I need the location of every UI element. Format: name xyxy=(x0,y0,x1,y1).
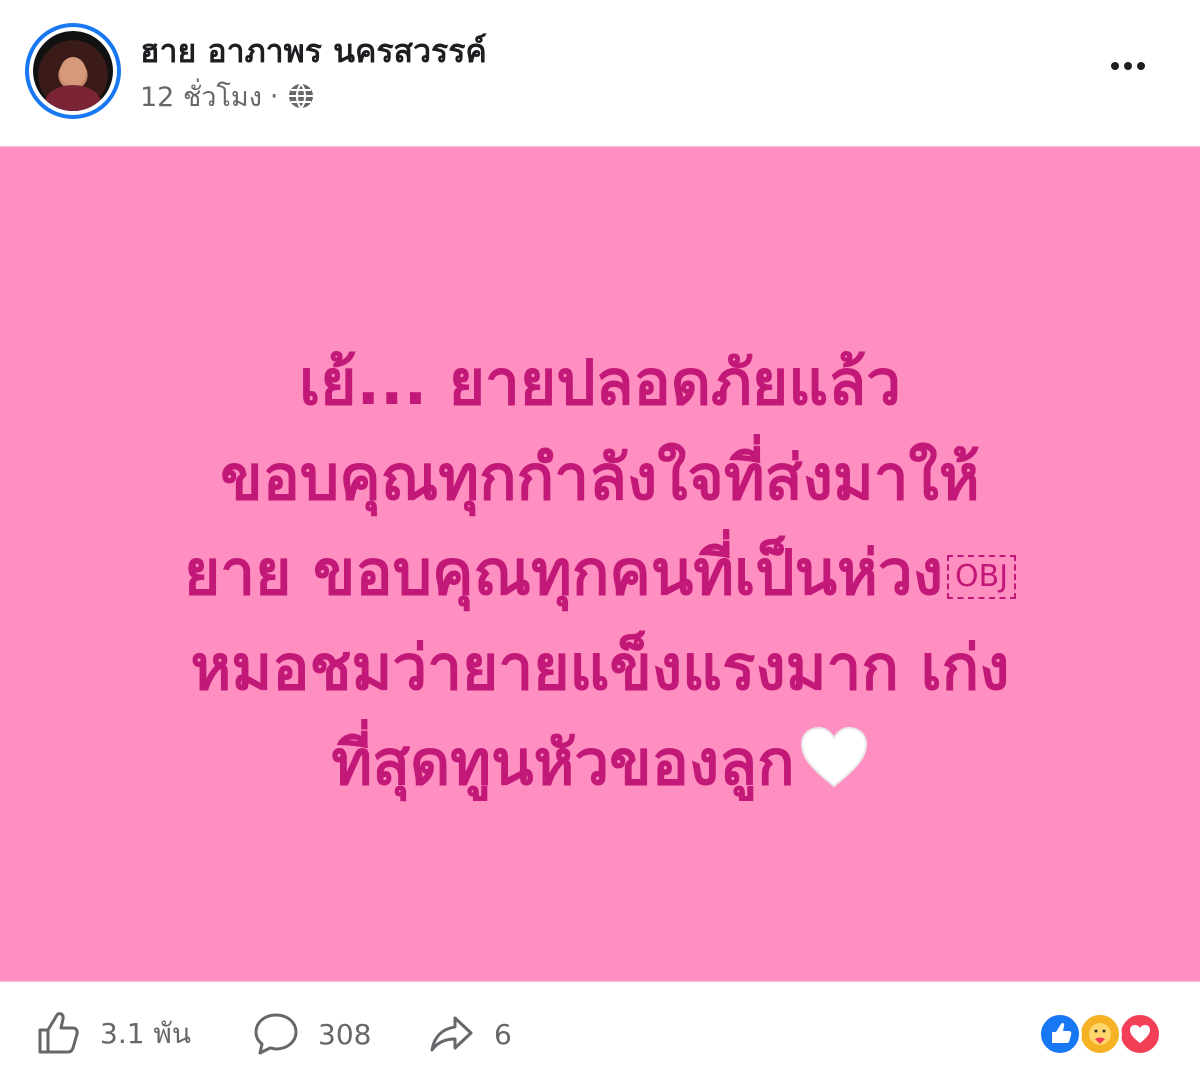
globe-icon[interactable] xyxy=(287,82,315,110)
more-options-dot xyxy=(1124,62,1132,70)
more-options-button[interactable] xyxy=(1100,50,1156,82)
object-placeholder: OBJ xyxy=(947,554,1017,599)
post-actions: 3.1 พัน 308 6 xyxy=(0,982,1200,1081)
status-line: หมอชมว่ายายแข็งแรงมาก เก่ง xyxy=(190,631,1010,704)
meta-separator: · xyxy=(269,80,279,112)
facebook-post: ฮาย อาภาพร นครสวรรค์ 12 ชั่วโมง · เย้...… xyxy=(0,0,1200,1081)
status-line-text: ที่สุดทูนหัวของลูก xyxy=(331,726,795,799)
avatar-image xyxy=(33,31,113,111)
status-line: ยาย ขอบคุณทุกคนที่เป็นห่วง OBJ xyxy=(60,525,1140,620)
share-count: 6 xyxy=(494,1017,512,1051)
status-text: เย้... ยายปลอดภัยแล้ว ขอบคุณทุกกำลังใจที… xyxy=(60,335,1140,810)
share-button[interactable]: 6 xyxy=(428,1010,512,1058)
status-line: ขอบคุณทุกกำลังใจที่ส่งมาให้ xyxy=(220,441,980,514)
white-heart-icon xyxy=(800,726,867,788)
more-options-dot xyxy=(1137,62,1145,70)
comment-button[interactable]: 308 xyxy=(252,1010,371,1058)
like-reaction-icon xyxy=(1038,1012,1082,1056)
status-line: เย้... ยายปลอดภัยแล้ว xyxy=(298,346,902,419)
like-icon xyxy=(38,1012,79,1054)
love-reaction-icon xyxy=(1118,1012,1162,1056)
like-button[interactable]: 3.1 พัน xyxy=(34,1010,191,1058)
avatar[interactable] xyxy=(25,23,121,119)
avatar-shirt xyxy=(45,85,101,111)
status-line: ที่สุดทูนหัวของลูก xyxy=(60,715,1140,810)
post-timestamp[interactable]: 12 ชั่วโมง xyxy=(140,75,262,118)
avatar-face xyxy=(60,57,86,87)
comment-icon xyxy=(254,1013,298,1055)
like-count: 3.1 พัน xyxy=(100,1017,192,1050)
post-meta: 12 ชั่วโมง · xyxy=(140,78,315,114)
reaction-summary[interactable] xyxy=(1038,1010,1170,1058)
more-options-icon xyxy=(1111,62,1119,70)
care-reaction-icon xyxy=(1078,1012,1122,1056)
post-header: ฮาย อาภาพร นครสวรรค์ 12 ชั่วโมง · xyxy=(0,0,1200,146)
share-icon xyxy=(430,1016,473,1052)
status-background: เย้... ยายปลอดภัยแล้ว ขอบคุณทุกกำลังใจที… xyxy=(0,146,1200,982)
status-line-text: ยาย ขอบคุณทุกคนที่เป็นห่วง xyxy=(183,536,943,609)
author-name[interactable]: ฮาย อาภาพร นครสวรรค์ xyxy=(140,26,487,77)
comment-count: 308 xyxy=(318,1017,372,1051)
